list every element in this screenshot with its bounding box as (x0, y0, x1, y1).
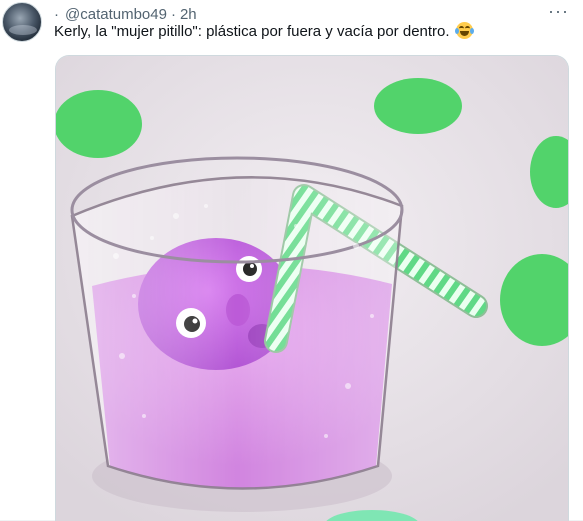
tweet-header: · @catatumbo49 · 2h (54, 4, 569, 24)
face-with-tears-of-joy-icon (454, 22, 474, 39)
avatar[interactable] (2, 2, 42, 42)
glass (70, 176, 404, 490)
header-dot: · (54, 5, 59, 23)
timestamp[interactable]: 2h (180, 6, 197, 23)
tweet-text: Kerly, la "mujer pitillo": plástica por … (54, 22, 571, 42)
green-dot (56, 90, 142, 158)
separator: · (170, 5, 176, 23)
tweet-text-body: Kerly, la "mujer pitillo": plástica por … (54, 23, 450, 40)
media-image (56, 56, 568, 521)
more-horizontal-icon[interactable]: ··· (548, 2, 569, 20)
green-dot (374, 78, 462, 134)
tweet-media[interactable] (55, 55, 569, 521)
user-handle[interactable]: @catatumbo49 (65, 6, 167, 23)
tweet[interactable]: · @catatumbo49 · 2h ··· Kerly, la "mujer… (0, 0, 583, 521)
